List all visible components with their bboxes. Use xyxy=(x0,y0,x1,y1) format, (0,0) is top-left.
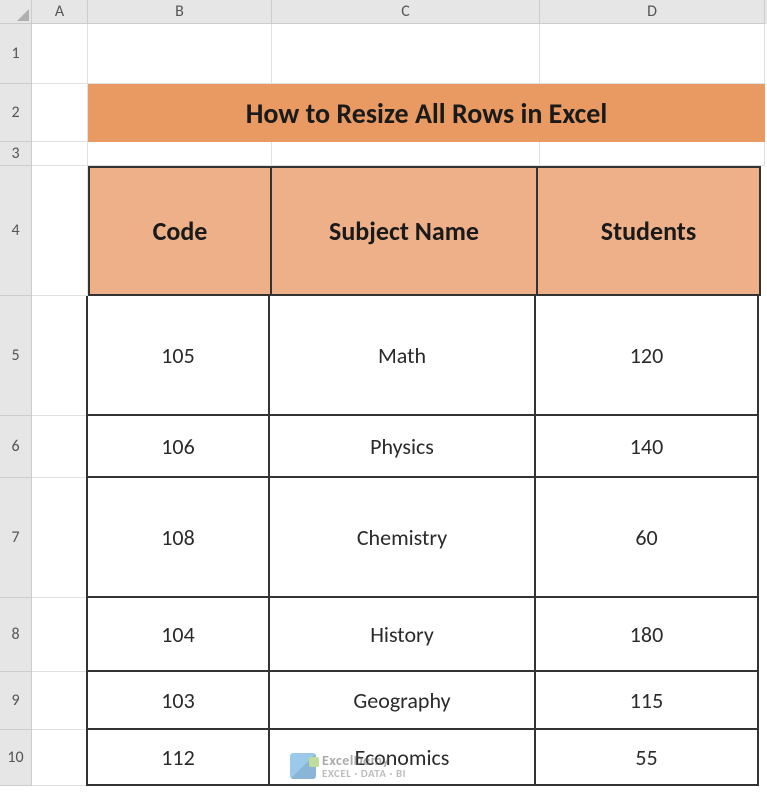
cell-d3[interactable] xyxy=(540,142,765,166)
cell-students-2[interactable]: 60 xyxy=(534,478,759,598)
select-all-corner[interactable] xyxy=(0,0,32,24)
cell-students-5[interactable]: 55 xyxy=(534,730,759,786)
row-6: 6 106 Physics 140 xyxy=(0,416,767,478)
cell-d1[interactable] xyxy=(540,24,765,84)
row-9: 9 103 Geography 115 xyxy=(0,672,767,730)
row-header-9[interactable]: 9 xyxy=(0,672,32,730)
row-header-7[interactable]: 7 xyxy=(0,478,32,598)
cell-c1[interactable] xyxy=(272,24,540,84)
col-header-a[interactable]: A xyxy=(32,0,88,24)
row-header-5[interactable]: 5 xyxy=(0,296,32,416)
col-header-c[interactable]: C xyxy=(272,0,540,24)
cell-subject-1[interactable]: Physics xyxy=(268,416,536,478)
row-5: 5 105 Math 120 xyxy=(0,296,767,416)
cell-students-3[interactable]: 180 xyxy=(534,598,759,672)
column-header-row: A B C D xyxy=(0,0,767,24)
row-10: 10 112 Economics 55 xyxy=(0,730,767,786)
cell-students-1[interactable]: 140 xyxy=(534,416,759,478)
cell-a4[interactable] xyxy=(32,166,88,296)
row-2: 2 How to Resize All Rows in Excel xyxy=(0,84,767,142)
row-header-4[interactable]: 4 xyxy=(0,166,32,296)
cell-a10[interactable] xyxy=(32,730,88,786)
cell-a9[interactable] xyxy=(32,672,88,730)
cell-b1[interactable] xyxy=(88,24,272,84)
header-students[interactable]: Students xyxy=(536,166,761,296)
row-header-3[interactable]: 3 xyxy=(0,142,32,166)
cell-subject-0[interactable]: Math xyxy=(268,296,536,416)
cell-subject-3[interactable]: History xyxy=(268,598,536,672)
cell-subject-2[interactable]: Chemistry xyxy=(268,478,536,598)
row-4: 4 Code Subject Name Students xyxy=(0,166,767,296)
cell-a6[interactable] xyxy=(32,416,88,478)
row-8: 8 104 History 180 xyxy=(0,598,767,672)
spreadsheet: A B C D 1 2 How to Resize All Rows in Ex… xyxy=(0,0,767,786)
cell-a7[interactable] xyxy=(32,478,88,598)
row-header-8[interactable]: 8 xyxy=(0,598,32,672)
cell-code-4[interactable]: 103 xyxy=(86,672,270,730)
cell-students-0[interactable]: 120 xyxy=(534,296,759,416)
cell-a5[interactable] xyxy=(32,296,88,416)
cell-subject-5[interactable]: Economics xyxy=(268,730,536,786)
row-header-6[interactable]: 6 xyxy=(0,416,32,478)
cell-subject-4[interactable]: Geography xyxy=(268,672,536,730)
header-subject[interactable]: Subject Name xyxy=(270,166,538,296)
cell-students-4[interactable]: 115 xyxy=(534,672,759,730)
cell-code-0[interactable]: 105 xyxy=(86,296,270,416)
col-header-b[interactable]: B xyxy=(88,0,272,24)
cell-c3[interactable] xyxy=(272,142,540,166)
row-header-10[interactable]: 10 xyxy=(0,730,32,786)
cell-a2[interactable] xyxy=(32,84,88,142)
row-header-1[interactable]: 1 xyxy=(0,24,32,84)
cell-code-1[interactable]: 106 xyxy=(86,416,270,478)
row-3: 3 xyxy=(0,142,767,166)
row-1: 1 xyxy=(0,24,767,84)
cell-a8[interactable] xyxy=(32,598,88,672)
col-header-d[interactable]: D xyxy=(540,0,765,24)
row-header-2[interactable]: 2 xyxy=(0,84,32,142)
cell-code-5[interactable]: 112 xyxy=(86,730,270,786)
header-code[interactable]: Code xyxy=(88,166,272,296)
cell-a3[interactable] xyxy=(32,142,88,166)
cell-code-2[interactable]: 108 xyxy=(86,478,270,598)
cell-code-3[interactable]: 104 xyxy=(86,598,270,672)
cell-a1[interactable] xyxy=(32,24,88,84)
title-cell[interactable]: How to Resize All Rows in Excel xyxy=(88,84,765,142)
row-7: 7 108 Chemistry 60 xyxy=(0,478,767,598)
cell-b3[interactable] xyxy=(88,142,272,166)
